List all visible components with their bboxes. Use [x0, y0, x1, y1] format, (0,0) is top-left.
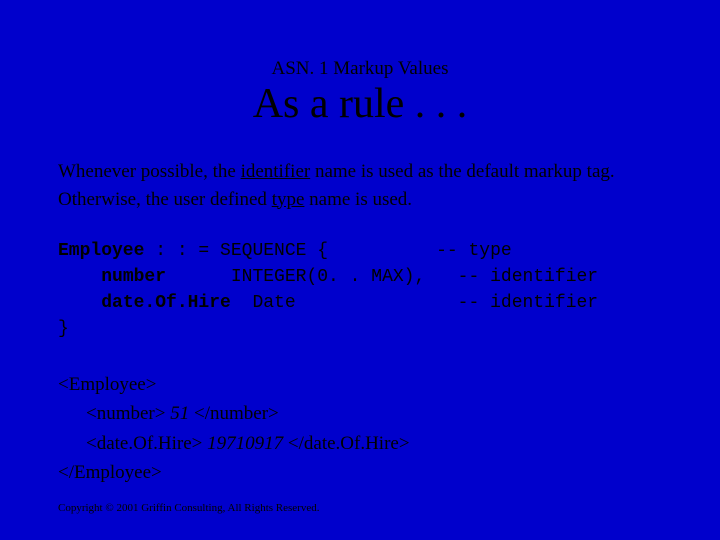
xml-line-3: <date.Of.Hire> 19710917 </date.Of.Hire> — [86, 429, 410, 458]
body-1a: Whenever possible, the — [58, 161, 241, 182]
xml-line-4: </Employee> — [58, 458, 410, 487]
code-2c: INTEGER(0. . MAX), -- identifier — [166, 267, 598, 287]
code-3a — [58, 293, 101, 313]
xml-2i: 51 — [170, 403, 189, 424]
code-block: Employee : : = SEQUENCE { -- type number… — [58, 238, 598, 342]
body-2a: Otherwise, the user defined — [58, 189, 272, 210]
body-2b: name is used. — [304, 189, 412, 210]
body-text: Whenever possible, the identifier name i… — [58, 158, 668, 213]
xml-block: <Employee> <number> 51 </number> <date.O… — [58, 370, 410, 488]
supertitle: ASN. 1 Markup Values — [0, 58, 720, 80]
body-2u: type — [272, 189, 305, 210]
code-2a — [58, 267, 101, 287]
xml-line-2: <number> 51 </number> — [86, 399, 410, 428]
xml-2a: <number> — [86, 403, 170, 424]
xml-line-1: <Employee> — [58, 370, 410, 399]
title: As a rule . . . — [0, 80, 720, 128]
xml-3a: <date.Of.Hire> — [86, 433, 207, 454]
footer: Copyright © 2001 Griffin Consulting, All… — [58, 502, 319, 514]
code-3b: date.Of.Hire — [101, 293, 231, 313]
body-1u: identifier — [241, 161, 311, 182]
xml-3i: 19710917 — [207, 433, 283, 454]
code-1b: : : = SEQUENCE { -- type — [144, 241, 511, 261]
code-1a: Employee — [58, 241, 144, 261]
body-line-2: Otherwise, the user defined type name is… — [58, 186, 668, 214]
slide: ASN. 1 Markup Values As a rule . . . Whe… — [0, 0, 720, 540]
code-2b: number — [101, 267, 166, 287]
code-4: } — [58, 319, 69, 339]
body-line-1: Whenever possible, the identifier name i… — [58, 158, 668, 186]
body-1b: name is used as the default markup tag. — [310, 161, 614, 182]
xml-2b: </number> — [189, 403, 279, 424]
code-3c: Date -- identifier — [231, 293, 598, 313]
xml-3b: </date.Of.Hire> — [283, 433, 409, 454]
